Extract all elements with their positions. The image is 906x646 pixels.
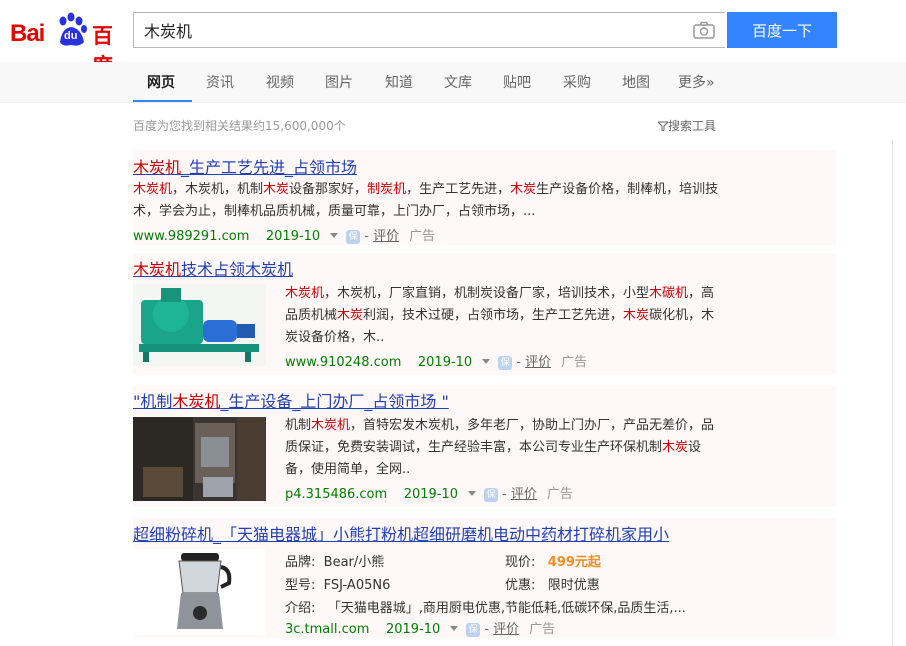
result-title[interactable]: 超细粉碎机_「天猫电器城」小熊打粉机超细研磨机电动中药材打碎机家用小 xyxy=(133,521,728,545)
tab-more[interactable]: 更多» xyxy=(678,72,715,92)
result-url[interactable]: 3c.tmall.com xyxy=(285,622,369,637)
baidu-logo[interactable]: Bai du 百度 xyxy=(10,12,125,78)
result-title[interactable]: 木炭机_生产工艺先进_占领市场 xyxy=(133,154,357,178)
search-result: "机制木炭机_生产设备_上门办厂_占领市场 " 机制木炭机，首特宏发木炭机，多年… xyxy=(133,385,836,507)
logo-bai: Bai xyxy=(10,20,45,47)
tab-news[interactable]: 资讯 xyxy=(206,72,234,92)
result-title[interactable]: "机制木炭机_生产设备_上门办厂_占领市场 " xyxy=(133,388,449,412)
chevron-down-icon[interactable] xyxy=(482,359,491,364)
search-result: 超细粉碎机_「天猫电器城」小熊打粉机超细研磨机电动中药材打碎机家用小 品牌: B… xyxy=(133,518,836,638)
tab-map[interactable]: 地图 xyxy=(622,72,650,92)
search-result: 木炭机技术占领木炭机 木炭机，木炭机，厂家直销，机制炭设备厂家，培训技术，小型木… xyxy=(133,253,836,375)
active-tab-underline xyxy=(133,100,192,102)
wood-charcoal-machine-thumbnail[interactable] xyxy=(133,284,266,366)
guarantee-icon[interactable]: 保 xyxy=(346,229,361,244)
tab-zhidao[interactable]: 知道 xyxy=(385,72,413,92)
result-date: 2019-10 xyxy=(417,355,473,370)
search-tools-button[interactable]: 搜索工具 xyxy=(656,117,717,134)
result-date: 2019-10 xyxy=(385,622,441,637)
tab-purchase[interactable]: 采购 xyxy=(563,72,591,92)
model-row: 型号: FSJ-A05N6 xyxy=(285,578,391,593)
tab-web[interactable]: 网页 xyxy=(147,72,175,92)
intro-row: 介绍: 「天猫电器城」,商用厨电优惠,节能低耗,低碳环保,品质生活,... xyxy=(285,601,686,616)
brand-row: 品牌: Bear/小熊 xyxy=(285,555,385,570)
ad-label: 广告 xyxy=(409,229,436,244)
factory-equipment-thumbnail[interactable] xyxy=(133,417,266,501)
evaluate-link[interactable]: 评价 xyxy=(493,622,519,637)
search-tabs: 网页 资讯 视频 图片 知道 文库 贴吧 采购 地图 更多» xyxy=(0,62,906,103)
chevron-down-icon[interactable] xyxy=(330,233,339,238)
ad-label: 广告 xyxy=(546,487,573,502)
result-meta: p4.315486.com 2019-10 保 - 评价 广告 xyxy=(285,487,573,502)
header: Bai du 百度 百度一下 xyxy=(0,0,906,78)
search-result: 木炭机_生产工艺先进_占领市场 木炭机，木炭机，机制木炭设备那家好，制炭机，生产… xyxy=(133,150,836,245)
ad-label: 广告 xyxy=(561,355,588,370)
search-input[interactable] xyxy=(134,13,702,47)
tab-images[interactable]: 图片 xyxy=(325,72,353,92)
price-row: 现价: 499元起 xyxy=(505,555,601,570)
ad-label: 广告 xyxy=(529,622,556,637)
camera-icon[interactable] xyxy=(693,21,715,39)
evaluate-link[interactable]: 评价 xyxy=(373,229,399,244)
filter-icon xyxy=(656,121,670,132)
tab-tieba[interactable]: 贴吧 xyxy=(503,72,531,92)
tab-wenku[interactable]: 文库 xyxy=(444,72,472,92)
result-count: 百度为您找到相关结果约15,600,000个 xyxy=(133,119,346,133)
result-url[interactable]: p4.315486.com xyxy=(285,487,387,502)
result-url[interactable]: www.910248.com xyxy=(285,355,401,370)
evaluate-link[interactable]: 评价 xyxy=(525,355,551,370)
result-meta: www.989291.com 2019-10 保 - 评价 广告 xyxy=(133,229,436,244)
logo-du: du xyxy=(64,30,78,42)
result-description: 木炭机，木炭机，厂家直销，机制炭设备厂家，培训技术，小型木碳机，高品质机械木炭利… xyxy=(285,286,715,345)
evaluate-link[interactable]: 评价 xyxy=(511,487,537,502)
result-date: 2019-10 xyxy=(403,487,459,502)
result-meta: 3c.tmall.com 2019-10 保 - 评价 广告 xyxy=(285,622,556,637)
guarantee-icon[interactable]: 保 xyxy=(498,355,513,370)
tab-video[interactable]: 视频 xyxy=(266,72,294,92)
result-date: 2019-10 xyxy=(265,229,321,244)
grinder-product-thumbnail[interactable] xyxy=(133,549,266,635)
search-tools-label: 搜索工具 xyxy=(668,119,717,133)
result-description: 木炭机，木炭机，机制木炭设备那家好，制炭机，生产工艺先进，木炭生产设备价格，制棒… xyxy=(133,182,719,219)
search-box xyxy=(133,12,725,48)
guarantee-icon[interactable]: 保 xyxy=(466,622,481,637)
result-meta: www.910248.com 2019-10 保 - 评价 广告 xyxy=(285,355,588,370)
result-title[interactable]: 木炭机技术占领木炭机 xyxy=(133,256,293,280)
chevron-down-icon[interactable] xyxy=(468,491,477,496)
promo-row: 优惠: 限时优惠 xyxy=(505,578,600,593)
result-url[interactable]: www.989291.com xyxy=(133,229,249,244)
right-divider xyxy=(892,140,893,646)
chevron-down-icon[interactable] xyxy=(450,626,459,631)
price-value: 499元起 xyxy=(547,555,601,570)
result-description: 机制木炭机，首特宏发木炭机，多年老厂，协助上门办厂，产品无差价，品质保证，免费安… xyxy=(285,418,715,477)
guarantee-icon[interactable]: 保 xyxy=(484,487,499,502)
search-button[interactable]: 百度一下 xyxy=(727,12,837,48)
